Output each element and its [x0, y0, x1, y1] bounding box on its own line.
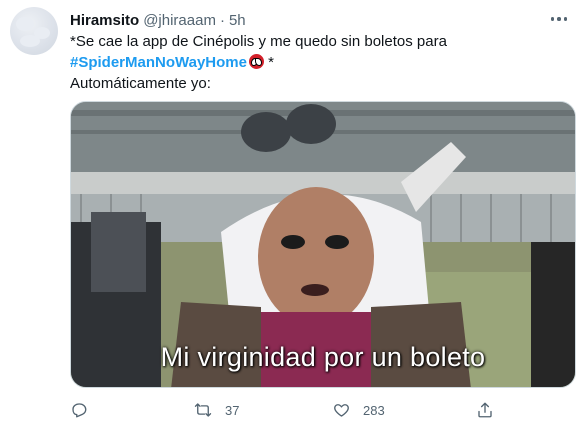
- tweet-text: *Se cae la app de Cinépolis y me quedo s…: [70, 31, 570, 94]
- heart-icon: [334, 404, 349, 417]
- tweet-time[interactable]: 5h: [229, 12, 246, 29]
- tweet-text-line: Automáticamente yo:: [70, 75, 211, 92]
- reply-icon: [72, 403, 87, 418]
- tweet-actions: 37 283: [70, 398, 570, 422]
- author-name[interactable]: Hiramsito: [70, 12, 139, 29]
- tweet-header: Hiramsito @jhiraaam · 5h: [70, 9, 554, 31]
- separator-dot: ·: [219, 11, 225, 29]
- tweet-media-image[interactable]: Mi virginidad por un boleto: [70, 101, 576, 388]
- retweet-icon: [194, 403, 212, 417]
- share-button[interactable]: [476, 398, 506, 422]
- share-icon: [478, 402, 492, 418]
- like-button[interactable]: 283: [332, 398, 385, 422]
- tweet-text-fragment: *: [263, 54, 274, 71]
- spider-man-mask-icon: [248, 54, 264, 69]
- hashtag-link[interactable]: #SpiderManNoWayHome: [70, 54, 247, 71]
- retweet-count: 37: [225, 402, 240, 418]
- retweet-button[interactable]: 37: [193, 398, 239, 422]
- avatar[interactable]: [10, 7, 58, 55]
- tweet-text-line: *Se cae la app de Cinépolis y me quedo s…: [70, 33, 447, 50]
- author-handle[interactable]: @jhiraaam: [143, 12, 216, 29]
- media-caption: Mi virginidad por un boleto: [160, 342, 486, 372]
- reply-button[interactable]: [70, 398, 100, 422]
- like-count: 283: [363, 402, 385, 418]
- more-icon[interactable]: [548, 10, 570, 28]
- tweet-text-line: #SpiderManNoWayHome *: [70, 52, 570, 73]
